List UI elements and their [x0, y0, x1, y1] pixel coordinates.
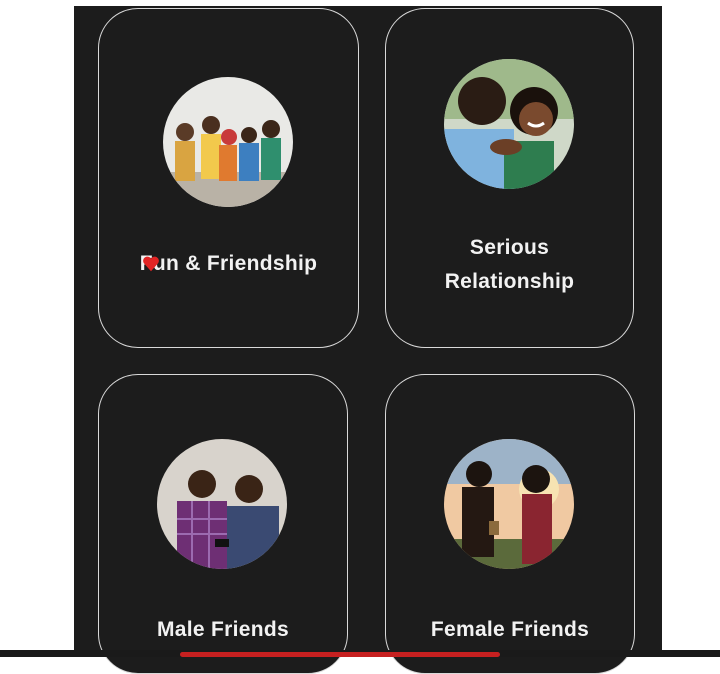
heart-icon [143, 256, 159, 272]
group-of-friends-photo [163, 77, 293, 207]
couple-hugging-photo [444, 59, 574, 189]
card-label: Male Friends [157, 618, 289, 641]
category-card-male-friends[interactable]: Male Friends [98, 374, 348, 674]
bottom-accent [180, 652, 500, 657]
category-panel: Fun & Friendship Serious Relationship Ma… [74, 6, 662, 674]
two-women-sunset-photo [444, 439, 574, 569]
card-label: Serious Relationship [444, 236, 575, 293]
card-label: Female Friends [430, 618, 590, 641]
category-card-fun-friendship[interactable]: Fun & Friendship [98, 8, 359, 348]
category-card-female-friends[interactable]: Female Friends [385, 374, 635, 674]
card-label: Fun & Friendship [139, 252, 318, 275]
two-men-with-phones-photo [157, 439, 287, 569]
category-card-serious-relationship[interactable]: Serious Relationship [385, 8, 634, 348]
